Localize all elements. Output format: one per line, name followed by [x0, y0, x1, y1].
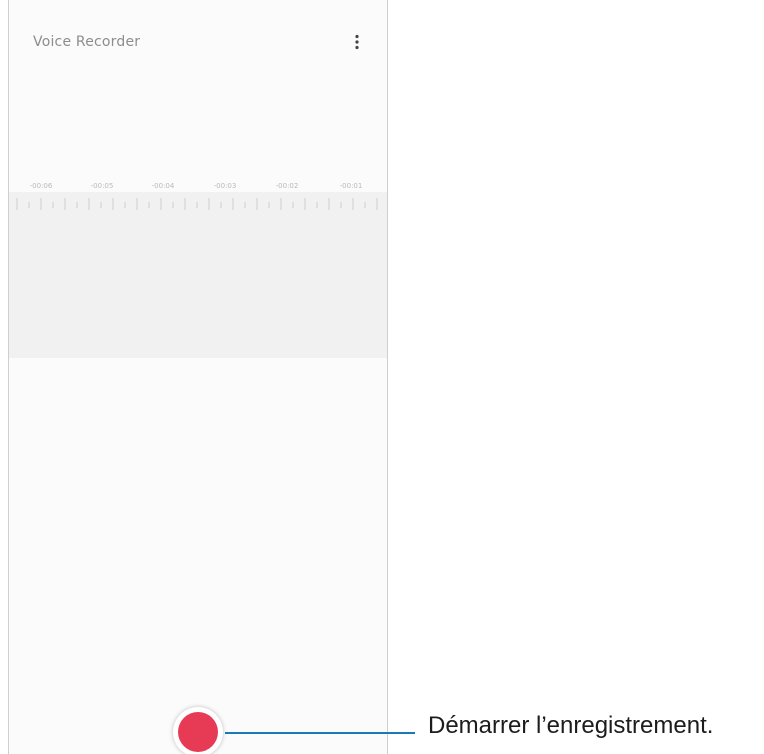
more-options-button[interactable]	[345, 30, 369, 54]
timeline-label: -00:04	[151, 182, 175, 190]
app-title: Voice Recorder	[33, 34, 141, 50]
more-vertical-icon	[354, 34, 360, 50]
timeline-label: -00:02	[275, 182, 299, 190]
timeline-label: -00:05	[90, 182, 114, 190]
timeline-label: -00:06	[29, 182, 53, 190]
record-button[interactable]	[173, 707, 223, 754]
timeline-ticks	[16, 198, 378, 210]
waveform-area	[9, 192, 387, 358]
callout-line	[225, 732, 415, 734]
record-icon	[178, 712, 218, 752]
callout-label: Démarrer l’enregistrement.	[428, 712, 714, 739]
phone-screen: Voice Recorder -00:06 -00:05 -00:04 -00:…	[8, 0, 388, 754]
timeline-label: -00:03	[213, 182, 237, 190]
timeline-label: -00:01	[339, 182, 363, 190]
